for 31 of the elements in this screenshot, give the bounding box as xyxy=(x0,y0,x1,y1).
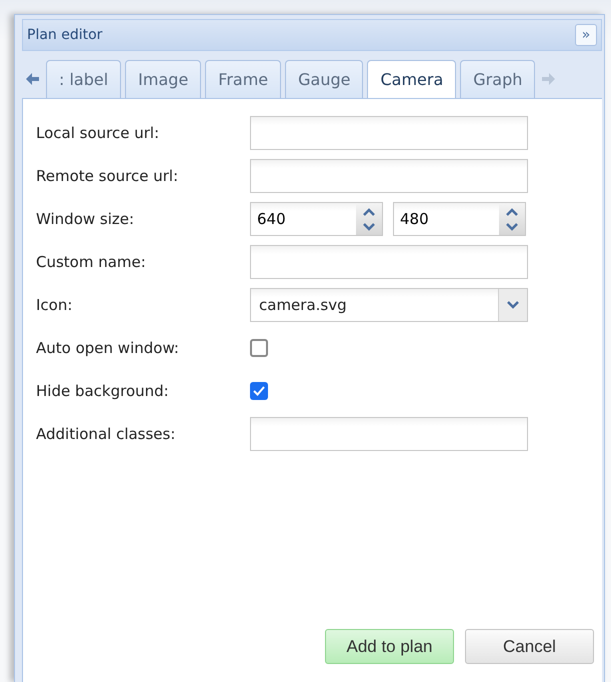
tab[interactable]: Image xyxy=(125,60,202,98)
field-label: Custom name: xyxy=(36,253,147,271)
spin-arrows-icon[interactable] xyxy=(356,203,382,235)
cancel-button[interactable]: Cancel xyxy=(465,629,594,664)
dropdown[interactable]: camera.svg xyxy=(250,288,528,322)
checkbox[interactable] xyxy=(250,382,268,400)
tab[interactable]: Camera xyxy=(367,60,456,98)
field-label: Window size: xyxy=(36,210,136,228)
text-field[interactable] xyxy=(250,417,528,451)
text-field[interactable] xyxy=(250,159,528,193)
field-label: Additional classes: xyxy=(36,425,176,443)
tab[interactable]: Gauge xyxy=(285,60,364,98)
tab[interactable]: : label xyxy=(46,60,122,98)
tab[interactable]: Frame xyxy=(205,60,282,98)
caret-icon xyxy=(498,289,527,321)
text-field[interactable] xyxy=(250,116,528,150)
field-label: Remote source url: xyxy=(36,167,180,185)
collapse-button[interactable]: » xyxy=(575,24,597,46)
spin-arrows-icon[interactable] xyxy=(499,203,525,235)
field-label: Hide background: xyxy=(36,382,170,400)
tab[interactable]: Graph xyxy=(460,60,536,98)
panel-title: Plan editor xyxy=(27,27,102,43)
arrow-left-icon[interactable] xyxy=(24,71,40,87)
field-label: Auto open window: xyxy=(36,339,180,357)
text-field[interactable] xyxy=(250,245,528,279)
field-label: Local source url: xyxy=(36,124,160,142)
field-label: Icon: xyxy=(36,296,74,314)
checkbox[interactable] xyxy=(250,339,268,357)
number-spinner[interactable]: 640 xyxy=(250,202,383,236)
add-button[interactable]: Add to plan xyxy=(325,629,454,664)
number-spinner[interactable]: 480 xyxy=(393,202,526,236)
